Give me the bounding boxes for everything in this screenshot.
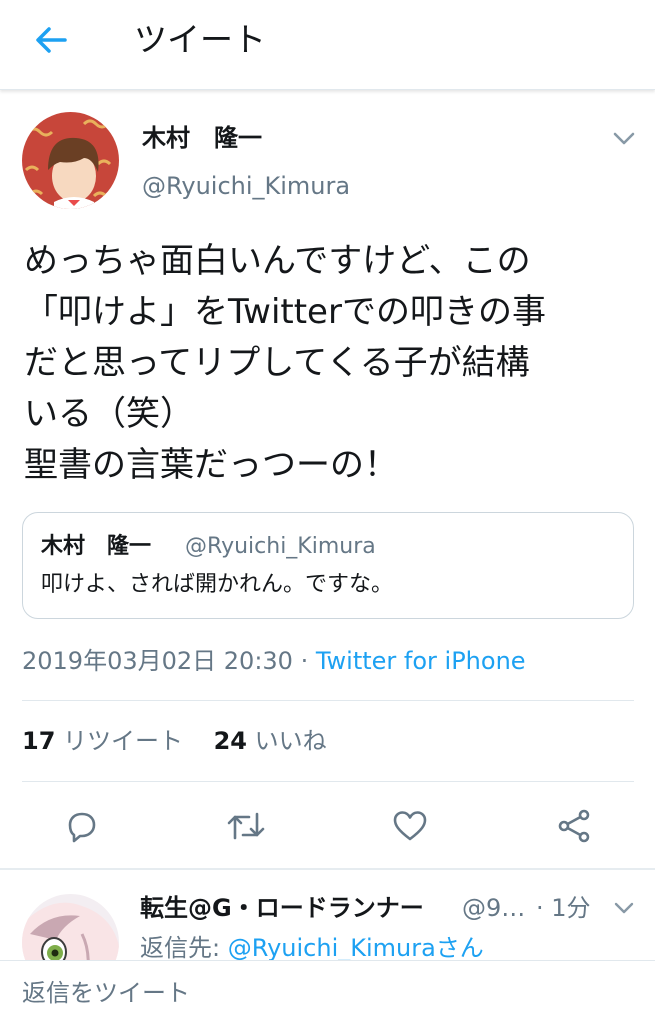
reply-input[interactable]	[22, 975, 622, 1011]
reply-tweet[interactable]: 転生@G・ロードランナー @9… · 1分 返信先: @Ryuichi_Kimu…	[0, 870, 655, 960]
like-icon	[393, 811, 427, 841]
tweet-action-bar	[0, 800, 655, 852]
reply-author-handle[interactable]: @9…	[462, 892, 525, 924]
avatar[interactable]	[22, 894, 119, 960]
share-button[interactable]	[552, 804, 596, 848]
meta-separator: ·	[292, 647, 316, 675]
author-name[interactable]: 木村 隆一	[142, 122, 262, 154]
avatar-image	[22, 894, 119, 960]
reply-to-prefix: 返信先:	[140, 934, 228, 960]
divider	[22, 700, 634, 701]
tweet-meta: 2019年03月02日 20:30 · Twitter for iPhone	[22, 644, 526, 678]
retweet-count: 17	[22, 727, 56, 755]
reply-author-name[interactable]: 転生@G・ロードランナー	[140, 892, 424, 924]
quoted-author-handle: @Ryuichi_Kimura	[185, 534, 376, 559]
reply-icon	[68, 812, 96, 843]
tweet-menu-button[interactable]	[610, 124, 638, 152]
arrow-left-icon	[36, 27, 67, 53]
chevron-down-icon	[614, 902, 634, 914]
reply-compose-bar	[0, 960, 655, 1024]
page-title: ツイート	[134, 20, 266, 59]
back-button[interactable]	[26, 18, 76, 62]
share-icon	[558, 809, 590, 843]
avatar[interactable]	[22, 112, 119, 209]
divider	[22, 781, 634, 782]
chevron-down-icon	[613, 132, 635, 145]
quoted-tweet-card[interactable]: 木村 隆一 @Ryuichi_Kimura 叩けよ、されば開かれん。ですな。	[22, 512, 634, 619]
tweet-header: 木村 隆一 @Ryuichi_Kimura	[0, 100, 655, 220]
tweet-stats: 17 リツイート 24 いいね	[22, 724, 327, 758]
retweet-label: リツイート	[63, 727, 184, 755]
like-button[interactable]	[388, 804, 432, 848]
like-count: 24	[213, 727, 247, 755]
tweet-text: めっちゃ面白いんですけど、この 「叩けよ」をTwitterでの叩きの事 だと思っ…	[24, 241, 546, 485]
reply-to-link[interactable]: @Ryuichi_Kimuraさん	[228, 934, 484, 960]
author-handle[interactable]: @Ryuichi_Kimura	[142, 170, 350, 202]
reply-menu-button[interactable]	[612, 896, 636, 920]
reply-button[interactable]	[60, 804, 104, 848]
top-app-bar: ツイート	[0, 0, 655, 90]
tweet-timestamp: 2019年03月02日 20:30	[22, 647, 293, 675]
quoted-author-name: 木村 隆一	[41, 534, 152, 559]
reply-to-line: 返信先: @Ryuichi_Kimuraさん	[140, 932, 484, 960]
tweet-source-link[interactable]: Twitter for iPhone	[316, 647, 526, 675]
retweet-button[interactable]	[224, 804, 268, 848]
retweet-icon	[227, 812, 265, 840]
avatar-image	[22, 112, 119, 209]
quoted-tweet-text: 叩けよ、されば開かれん。ですな。	[41, 572, 394, 597]
like-label: いいね	[254, 727, 327, 755]
like-stat[interactable]: 24 いいね	[214, 727, 327, 755]
retweet-stat[interactable]: 17 リツイート	[22, 727, 183, 755]
reply-timestamp: · 1分	[536, 894, 591, 922]
